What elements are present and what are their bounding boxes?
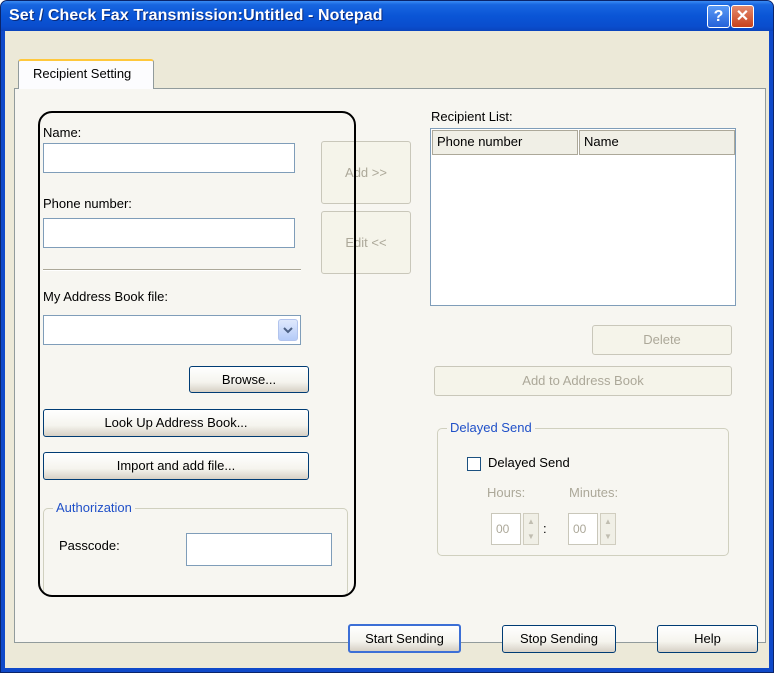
dropdown-button[interactable] — [278, 319, 298, 341]
phone-number-input[interactable] — [43, 218, 295, 248]
add-to-address-book-button[interactable]: Add to Address Book — [434, 366, 732, 396]
look-up-address-book-button[interactable]: Look Up Address Book... — [43, 409, 309, 437]
minutes-input[interactable]: 00 — [568, 513, 598, 545]
stop-sending-button[interactable]: Stop Sending — [502, 625, 616, 653]
tab-label: Recipient Setting — [33, 66, 132, 81]
minutes-label: Minutes: — [569, 485, 619, 500]
browse-button[interactable]: Browse... — [189, 366, 309, 393]
spin-down-icon[interactable]: ▼ — [524, 529, 538, 544]
chevron-down-icon — [283, 327, 293, 334]
delete-button[interactable]: Delete — [592, 325, 732, 355]
address-book-file-label: My Address Book file: — [43, 289, 168, 304]
tab-recipient-setting[interactable]: Recipient Setting — [18, 59, 154, 89]
tab-panel: Name: Phone number: My Address Book file… — [14, 88, 766, 643]
recipient-list-label: Recipient List: — [431, 109, 513, 124]
import-and-add-file-button[interactable]: Import and add file... — [43, 452, 309, 480]
close-button[interactable]: ✕ — [731, 5, 754, 28]
help-button[interactable]: Help — [657, 625, 758, 653]
delayed-send-checkbox-label[interactable]: Delayed Send — [488, 455, 570, 470]
hours-label: Hours: — [487, 485, 526, 500]
phone-number-label: Phone number: — [43, 196, 132, 211]
hours-spinner[interactable]: ▲ ▼ — [523, 513, 539, 545]
edit-button[interactable]: Edit << — [321, 211, 411, 274]
hours-input[interactable]: 00 — [491, 513, 521, 545]
spin-down-icon[interactable]: ▼ — [601, 529, 615, 544]
window-title: Set / Check Fax Transmission:Untitled - … — [9, 7, 383, 24]
name-input[interactable] — [43, 143, 295, 173]
time-separator: : — [543, 521, 547, 536]
delayed-send-checkbox[interactable] — [467, 457, 481, 471]
name-label: Name: — [43, 125, 82, 140]
address-book-file-dropdown[interactable] — [43, 315, 301, 345]
authorization-legend: Authorization — [53, 500, 135, 515]
start-sending-button[interactable]: Start Sending — [348, 624, 461, 653]
passcode-input[interactable] — [186, 533, 332, 566]
close-icon: ✕ — [735, 8, 750, 25]
delayed-send-legend: Delayed Send — [447, 420, 535, 435]
spin-up-icon[interactable]: ▲ — [601, 514, 615, 529]
column-header-name[interactable]: Name — [579, 130, 735, 155]
dialog-window: Set / Check Fax Transmission:Untitled - … — [0, 0, 774, 673]
recipient-list[interactable]: Phone number Name — [430, 128, 736, 306]
minutes-spinner[interactable]: ▲ ▼ — [600, 513, 616, 545]
title-bar[interactable]: Set / Check Fax Transmission:Untitled - … — [1, 1, 773, 31]
divider — [43, 269, 301, 271]
question-icon: ? — [713, 8, 724, 25]
add-button[interactable]: Add >> — [321, 141, 411, 204]
spin-up-icon[interactable]: ▲ — [524, 514, 538, 529]
dialog-client-area: Recipient Setting Name: Phone number: My… — [5, 31, 769, 668]
passcode-label: Passcode: — [59, 538, 120, 553]
help-title-button[interactable]: ? — [707, 5, 730, 28]
column-header-phone-number[interactable]: Phone number — [432, 130, 578, 155]
